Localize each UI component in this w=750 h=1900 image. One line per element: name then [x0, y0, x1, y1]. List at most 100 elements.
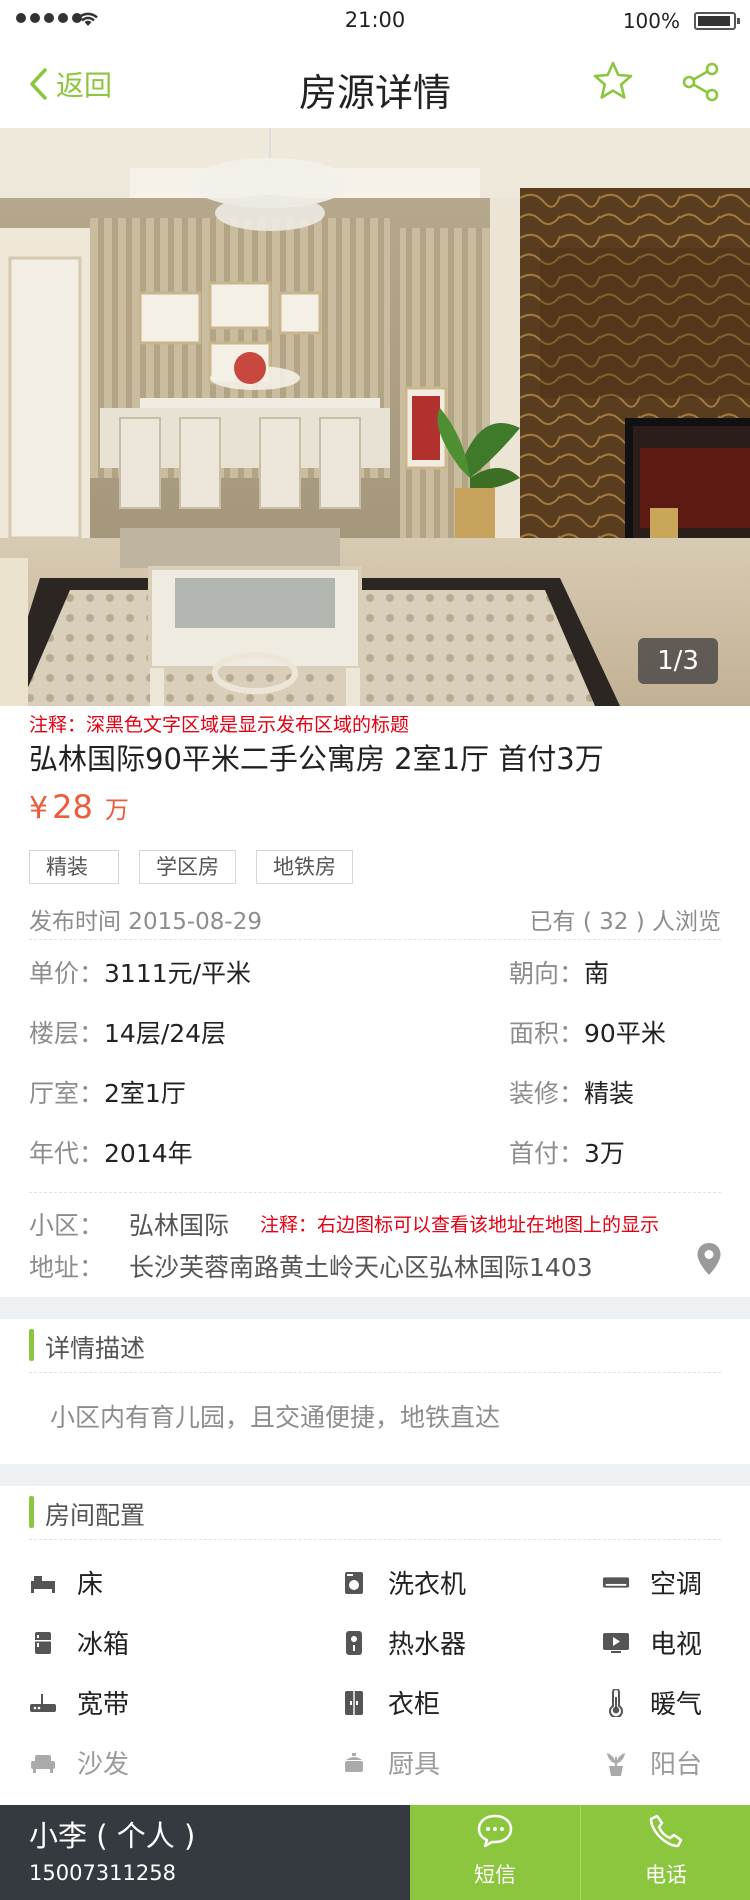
amenity-label: 洗衣机	[388, 1570, 467, 1600]
section-accent	[29, 1329, 34, 1361]
battery-icon	[694, 12, 740, 30]
attr-value: 90平米	[584, 1019, 666, 1048]
attr-key: 楼层：	[29, 1019, 105, 1048]
phone-icon	[649, 1814, 683, 1848]
description-title: 详情描述	[45, 1334, 146, 1363]
thermometer-icon	[602, 1688, 630, 1717]
community-row: 小区： 弘林国际	[29, 1206, 229, 1242]
description-text: 小区内有育儿园，且交通便捷，地铁直达	[50, 1403, 501, 1432]
message-icon	[477, 1814, 513, 1848]
attr-orientation: 朝向：南	[509, 954, 609, 990]
amenity-broadband: 宽带	[29, 1684, 129, 1721]
amenity-bed: 床	[29, 1564, 103, 1601]
attr-year: 年代：2014年	[29, 1134, 193, 1170]
battery-percent: 100%	[622, 9, 680, 33]
price-unit: 万	[104, 796, 129, 824]
attr-area: 面积：90平米	[509, 1014, 666, 1050]
community-key: 小区：	[29, 1211, 105, 1240]
price-currency: ¥	[29, 791, 49, 826]
map-pin-icon[interactable]	[696, 1242, 722, 1276]
amenity-wardrobe: 衣柜	[340, 1684, 440, 1721]
amenity-air-conditioner: 空调	[602, 1564, 702, 1601]
attr-key: 单价：	[29, 959, 105, 988]
amenity-label: 宽带	[77, 1690, 130, 1720]
description-header: 详情描述	[29, 1319, 721, 1373]
status-bar: 21:00 100%	[0, 0, 750, 42]
chevron-left-icon	[30, 68, 47, 100]
address-value: 长沙芙蓉南路黄土岭天心区弘林国际1403	[129, 1253, 593, 1282]
amenity-label: 沙发	[77, 1750, 130, 1780]
amenity-label: 热水器	[388, 1630, 467, 1660]
contact-info: 小李 ( 个人 ) 15007311258	[0, 1805, 410, 1900]
plant-icon	[602, 1749, 630, 1777]
map-annotation: 注释：右边图标可以查看该地址在地图上的显示	[260, 1214, 660, 1236]
back-label: 返回	[56, 69, 113, 102]
tag-item: 地铁房	[256, 850, 353, 884]
favorite-star-icon[interactable]	[592, 60, 634, 102]
address-row: 地址： 长沙芙蓉南路黄土岭天心区弘林国际1403	[29, 1248, 593, 1284]
attr-value: 精装	[584, 1079, 635, 1108]
contact-name: 小李 ( 个人 )	[29, 1819, 196, 1853]
attr-down-payment: 首付：3万	[509, 1134, 625, 1170]
tag-item: 学区房	[139, 850, 236, 884]
amenity-label: 暖气	[650, 1690, 703, 1720]
water-heater-icon	[340, 1629, 368, 1657]
amenity-label: 电视	[650, 1630, 703, 1660]
attr-value: 14层/24层	[104, 1019, 227, 1048]
amenity-sofa: 沙发	[29, 1744, 129, 1781]
attr-floor: 楼层：14层/24层	[29, 1014, 226, 1050]
amenity-label: 床	[77, 1570, 104, 1600]
amenity-washing-machine: 洗衣机	[340, 1564, 466, 1601]
amenity-heating: 暖气	[602, 1684, 702, 1721]
sofa-icon	[29, 1749, 57, 1777]
tag-list: 精装 学区房 地铁房	[29, 850, 353, 884]
wardrobe-icon	[340, 1689, 368, 1717]
page-title: 房源详情	[298, 71, 451, 115]
divider	[29, 1192, 721, 1193]
community-value: 弘林国际	[129, 1211, 230, 1240]
attr-key: 厅室：	[29, 1079, 105, 1108]
back-button[interactable]: 返回	[28, 64, 112, 104]
attr-value: 南	[584, 959, 610, 988]
listing-title: 弘林国际90平米二手公寓房 2室1厅 首付3万	[29, 742, 604, 776]
amenity-label: 阳台	[650, 1750, 703, 1780]
amenity-tv: 电视	[602, 1624, 702, 1661]
price-value: 28	[52, 788, 93, 826]
attr-key: 年代：	[29, 1139, 105, 1168]
share-icon[interactable]	[682, 62, 720, 102]
section-gap	[0, 1464, 750, 1486]
contact-phone: 15007311258	[29, 1861, 176, 1885]
attr-unit-price: 单价：3111元/平米	[29, 954, 251, 990]
amenity-fridge: 冰箱	[29, 1624, 129, 1661]
router-icon	[29, 1689, 57, 1717]
air-conditioner-icon	[602, 1569, 630, 1597]
photo-counter: 1/3	[638, 638, 718, 684]
title-annotation: 注释：深黑色文字区域是显示发布区域的标题	[29, 714, 410, 736]
sms-button[interactable]: 短信	[410, 1805, 580, 1900]
publish-time: 发布时间 2015-08-29	[29, 909, 262, 935]
address-key: 地址：	[29, 1253, 105, 1282]
sms-label: 短信	[474, 1863, 516, 1887]
attr-value: 2室1厅	[104, 1079, 186, 1108]
section-accent	[29, 1496, 34, 1528]
nav-bar: 返回 房源详情	[0, 42, 750, 128]
washing-machine-icon	[340, 1569, 368, 1597]
listing-meta: 发布时间 2015-08-29 已有 ( 32 ) 人浏览	[29, 898, 721, 940]
amenity-label: 冰箱	[77, 1630, 130, 1660]
amenity-cookware: 厨具	[340, 1744, 440, 1781]
amenity-label: 空调	[650, 1570, 703, 1600]
view-count: 已有 ( 32 ) 人浏览	[529, 909, 721, 935]
attr-value: 3111元/平米	[104, 959, 252, 988]
listing-photo[interactable]: 1/3	[0, 128, 750, 706]
bed-icon	[29, 1569, 57, 1597]
call-button[interactable]: 电话	[580, 1805, 750, 1900]
call-label: 电话	[645, 1863, 687, 1887]
attr-key: 面积：	[509, 1019, 585, 1048]
contact-bar: 小李 ( 个人 ) 15007311258 短信 电话	[0, 1805, 750, 1900]
tv-icon	[602, 1629, 630, 1657]
amenities-title: 房间配置	[45, 1501, 146, 1530]
amenity-balcony: 阳台	[602, 1744, 702, 1781]
attr-layout: 厅室：2室1厅	[29, 1074, 186, 1110]
section-gap	[0, 1297, 750, 1319]
attr-key: 朝向：	[509, 959, 585, 988]
